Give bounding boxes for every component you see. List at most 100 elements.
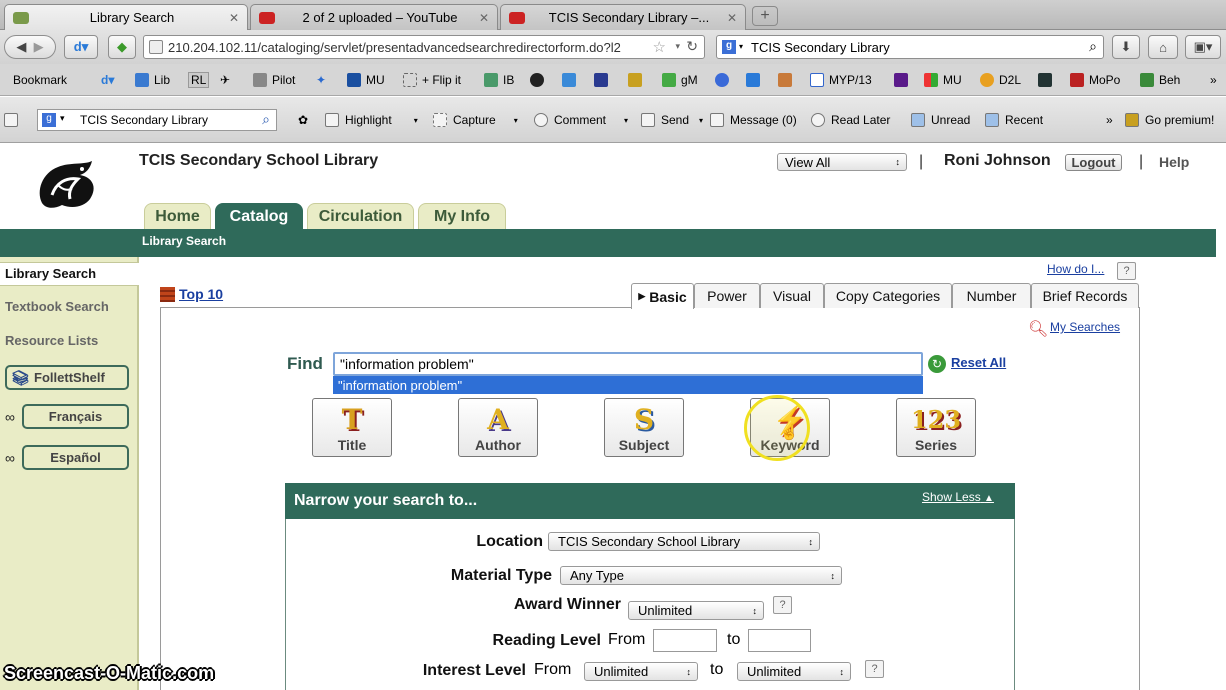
toolbar-sync-icon[interactable]: ✿ xyxy=(298,97,308,143)
toolbar-read-later[interactable]: Read Later xyxy=(811,97,890,143)
toolbar-toggle-icon[interactable] xyxy=(4,97,24,143)
search-icon[interactable]: ⌕ xyxy=(262,111,270,128)
follettshelf-button[interactable]: 📚︎ FollettShelf xyxy=(5,365,129,390)
title-search-button[interactable]: T Title xyxy=(312,398,392,457)
bookmark-wing-icon[interactable]: ✈ xyxy=(220,64,230,96)
help-question-icon[interactable]: ? xyxy=(1117,262,1136,280)
browser-tab-tcis-youtube[interactable]: TCIS Secondary Library –... ✕ xyxy=(500,4,746,30)
bookmark-som-icon[interactable] xyxy=(530,64,549,96)
show-less-link[interactable]: Show Less ▲ xyxy=(922,490,994,504)
logout-button[interactable]: Logout xyxy=(1065,154,1122,171)
download-icon[interactable]: ⬇ xyxy=(1112,35,1140,59)
bookmark-flipit[interactable]: + Flip it xyxy=(403,64,461,96)
author-search-button[interactable]: A Author xyxy=(458,398,538,457)
bookmark-ib[interactable]: IB xyxy=(484,64,514,96)
top-10-link[interactable]: Top 10 xyxy=(179,286,223,302)
sidebar-item-textbook-search[interactable]: Textbook Search xyxy=(5,299,109,314)
series-search-button[interactable]: 123 Series xyxy=(896,398,976,457)
subject-search-button[interactable]: S Subject xyxy=(604,398,684,457)
bookmark-p-icon[interactable] xyxy=(594,64,613,96)
url-dropdown-icon[interactable]: ▾ xyxy=(675,41,680,52)
tab-power[interactable]: Power xyxy=(694,283,760,308)
toolbar-recent[interactable]: Recent xyxy=(985,97,1043,143)
view-select[interactable]: View All xyxy=(777,153,907,171)
browser-search-box[interactable]: g ▾ TCIS Secondary Library ⌕ xyxy=(716,35,1104,59)
bookmark-ring-icon[interactable] xyxy=(715,64,734,96)
find-input[interactable]: "information problem" xyxy=(333,352,923,376)
bookmark-myp[interactable]: MYP/13 xyxy=(810,64,872,96)
reading-level-from-input[interactable] xyxy=(653,629,717,652)
toolbar-search-input[interactable]: g ▾ TCIS Secondary Library ⌕ xyxy=(37,109,277,131)
interest-level-from-select[interactable]: Unlimited xyxy=(584,662,698,681)
bookmark-mu2[interactable]: MU xyxy=(924,64,962,96)
bookmark-rl[interactable]: RL xyxy=(188,64,210,96)
back-arrow-icon[interactable]: ◀ xyxy=(16,39,26,55)
reset-all-link[interactable]: Reset All xyxy=(951,355,1006,370)
page-info-icon[interactable] xyxy=(149,40,163,54)
francais-button[interactable]: Français xyxy=(22,404,129,429)
bookmark-pilot[interactable]: Pilot xyxy=(253,64,295,96)
addons-menu-icon[interactable]: ▣▾ xyxy=(1185,35,1221,59)
bookmark-plus-icon[interactable] xyxy=(562,64,581,96)
tab-visual[interactable]: Visual xyxy=(760,283,824,308)
toolbar-capture[interactable]: Capture ▾ xyxy=(433,97,518,143)
bookmark-d2l[interactable]: D2L xyxy=(980,64,1021,96)
toolbar-highlight[interactable]: Highlight ▾ xyxy=(325,97,418,143)
home-icon[interactable]: ⌂ xyxy=(1148,35,1178,59)
help-link[interactable]: Help xyxy=(1159,154,1189,170)
toolbar-comment[interactable]: Comment ▾ xyxy=(534,97,628,143)
toolbar-go-premium[interactable]: Go premium! xyxy=(1125,97,1214,143)
sidebar-item-library-search[interactable]: Library Search xyxy=(5,266,96,281)
bookmark-mu[interactable]: MU xyxy=(347,64,385,96)
bookmark-m-icon[interactable] xyxy=(628,64,647,96)
toolbar-send[interactable]: Send ▾ xyxy=(641,97,703,143)
tab-number[interactable]: Number xyxy=(952,283,1031,308)
close-tab-icon[interactable]: ✕ xyxy=(479,11,497,25)
award-winner-select[interactable]: Unlimited xyxy=(628,601,764,620)
material-type-select[interactable]: Any Type xyxy=(560,566,842,585)
subnav-library-search[interactable]: Library Search xyxy=(142,234,226,248)
reset-icon[interactable]: ↻ xyxy=(928,355,946,373)
bookmark-figure-icon[interactable]: ✦ xyxy=(316,64,326,96)
my-searches-link[interactable]: My Searches xyxy=(1050,320,1120,334)
tab-copy-categories[interactable]: Copy Categories xyxy=(824,283,952,308)
close-tab-icon[interactable]: ✕ xyxy=(229,11,247,25)
location-select[interactable]: TCIS Secondary School Library xyxy=(548,532,820,551)
bookmark-gm[interactable]: gM xyxy=(662,64,698,96)
tab-brief-records[interactable]: Brief Records xyxy=(1031,283,1139,308)
browser-tab-library-search[interactable]: Library Search ✕ xyxy=(4,4,248,30)
sidebar-item-resource-lists[interactable]: Resource Lists xyxy=(5,333,98,348)
interest-level-to-select[interactable]: Unlimited xyxy=(737,662,851,681)
reading-level-to-input[interactable] xyxy=(748,629,811,652)
bookmark-snowflake-icon[interactable] xyxy=(1038,64,1057,96)
tab-basic[interactable]: ▶ Basic xyxy=(631,283,694,309)
green-addon-icon[interactable]: ◆ xyxy=(108,35,136,59)
close-tab-icon[interactable]: ✕ xyxy=(727,11,745,25)
tab-circulation[interactable]: Circulation xyxy=(307,203,414,230)
forward-arrow-icon[interactable]: ▶ xyxy=(34,39,44,55)
back-forward-buttons[interactable]: ◀ ▶ xyxy=(4,35,56,59)
how-do-i-link[interactable]: How do I... xyxy=(1047,262,1104,276)
autocomplete-suggestion[interactable]: "information problem" xyxy=(333,376,923,394)
browser-tab-youtube[interactable]: 2 of 2 uploaded – YouTube ✕ xyxy=(250,4,498,30)
toolbar-unread[interactable]: Unread xyxy=(911,97,970,143)
bookmark-beh[interactable]: Beh xyxy=(1140,64,1180,96)
new-tab-button[interactable]: + xyxy=(752,6,778,26)
url-bar[interactable]: 210.204.102.11/cataloging/servlet/presen… xyxy=(143,35,705,59)
tab-home[interactable]: Home xyxy=(144,203,211,230)
interest-help-icon[interactable]: ? xyxy=(865,660,884,678)
bookmark-book-icon[interactable] xyxy=(778,64,797,96)
engine-dropdown-icon[interactable]: ▾ xyxy=(60,113,65,124)
tab-my-info[interactable]: My Info xyxy=(418,203,506,230)
google-icon[interactable]: g xyxy=(722,40,736,54)
toolbar-message[interactable]: Message (0) xyxy=(710,97,797,143)
bookmark-yahoo-icon[interactable] xyxy=(894,64,913,96)
tab-catalog[interactable]: Catalog xyxy=(215,203,303,230)
toolbar-overflow-icon[interactable]: » xyxy=(1106,97,1113,143)
engine-dropdown-icon[interactable]: ▾ xyxy=(739,42,743,51)
delicious-bookmark-icon[interactable]: d▾ xyxy=(101,64,114,96)
bookmark-lib[interactable]: Lib xyxy=(135,64,170,96)
award-help-icon[interactable]: ? xyxy=(773,596,792,614)
reload-icon[interactable]: ↻ xyxy=(686,38,698,55)
bookmark-mopo[interactable]: MoPo xyxy=(1070,64,1120,96)
